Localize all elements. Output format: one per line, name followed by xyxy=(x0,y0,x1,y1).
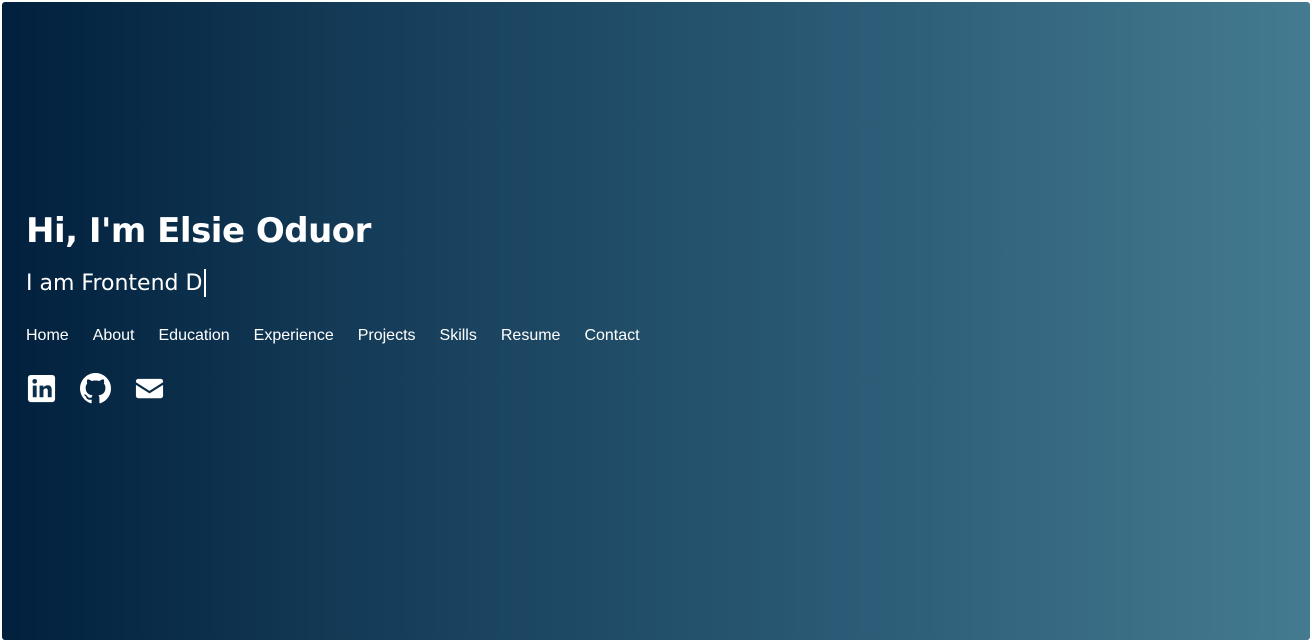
linkedin-icon xyxy=(27,374,56,403)
nav-link-home[interactable]: Home xyxy=(26,327,69,345)
nav-link-skills[interactable]: Skills xyxy=(440,327,477,345)
typed-subtitle: I am Frontend D xyxy=(26,269,207,297)
typing-cursor xyxy=(204,269,207,297)
social-links xyxy=(26,373,165,404)
linkedin-link[interactable] xyxy=(26,373,57,404)
envelope-icon xyxy=(135,378,164,399)
email-link[interactable] xyxy=(134,373,165,404)
nav-link-projects[interactable]: Projects xyxy=(358,327,416,345)
hero-headline: Hi, I'm Elsie Oduor xyxy=(26,211,371,251)
nav-link-experience[interactable]: Experience xyxy=(254,327,334,345)
nav-link-about[interactable]: About xyxy=(93,327,135,345)
nav-link-contact[interactable]: Contact xyxy=(584,327,639,345)
github-icon xyxy=(80,373,111,404)
nav-link-education[interactable]: Education xyxy=(159,327,230,345)
typed-text: I am Frontend D xyxy=(26,270,203,296)
hero-section: Hi, I'm Elsie Oduor I am Frontend D Home… xyxy=(2,2,1310,640)
nav-link-resume[interactable]: Resume xyxy=(501,327,561,345)
main-nav: Home About Education Experience Projects… xyxy=(26,327,640,345)
github-link[interactable] xyxy=(80,373,111,404)
